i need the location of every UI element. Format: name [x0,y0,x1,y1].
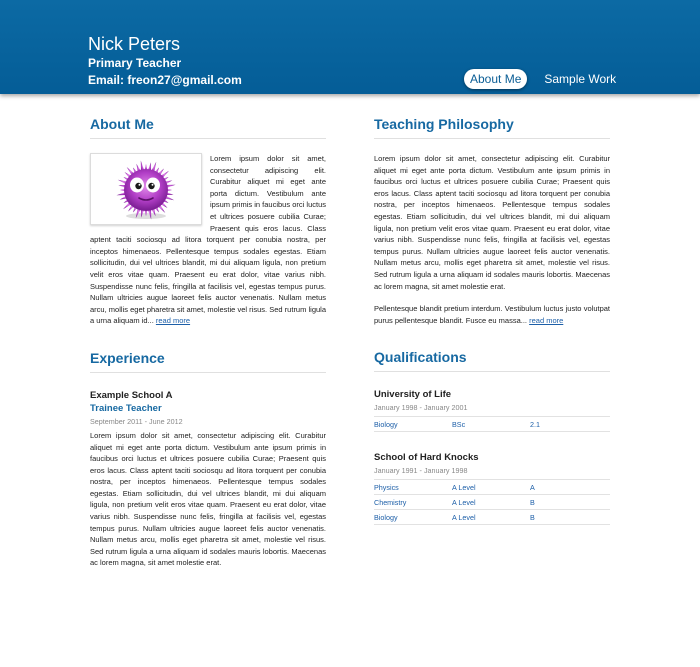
divider [374,138,610,139]
philosophy-paragraph-2: Pellentesque blandit pretium interdum. V… [374,303,610,326]
subject-cell[interactable]: Biology [374,416,452,433]
right-column: Teaching Philosophy Lorem ipsum dolor si… [374,116,610,526]
divider [90,371,326,373]
grade-cell[interactable]: A [530,479,610,495]
profile-role: Primary Teacher [88,56,182,70]
about-read-more-link[interactable]: read more [156,316,190,325]
profile-email[interactable]: Email: freon27@gmail.com [88,73,242,87]
subject-cell[interactable]: Chemistry [374,494,452,510]
philosophy-section: Teaching Philosophy Lorem ipsum dolor si… [374,116,610,326]
qualification-dates: January 1998 - January 2001 [374,403,468,413]
experience-role: Trainee Teacher [90,402,162,414]
qualification-school: School of Hard Knocks [374,452,479,464]
purple-fuzzy-monster-icon [90,153,202,225]
table-row: Biology A Level B [374,509,610,526]
table-row: Biology BSc 2.1 [374,416,610,433]
table-row: Chemistry A Level B [374,494,610,510]
philosophy-paragraph-2-text: Pellentesque blandit pretium interdum. V… [374,304,610,325]
experience-title: Experience [90,349,165,366]
profile-name: Nick Peters [88,34,181,54]
grade-cell[interactable]: B [530,509,610,526]
divider [90,138,326,139]
grade-cell[interactable]: 2.1 [530,416,610,433]
left-column: About Me Lorem ipsum dolor sit amet, con… [90,116,326,569]
experience-dates: September 2011 - June 2012 [90,416,183,426]
experience-text: Lorem ipsum dolor sit amet, consectetur … [90,430,326,568]
qualification-table: Biology BSc 2.1 [374,416,610,433]
experience-item: Example School A Trainee Teacher Septemb… [90,390,326,569]
qualification-block: University of Life January 1998 - Januar… [374,389,610,433]
subject-cell[interactable]: Biology [374,509,452,526]
grade-cell[interactable]: B [530,494,610,510]
divider [374,371,610,373]
level-cell[interactable]: BSc [452,416,530,433]
experience-school: Example School A [90,389,173,401]
about-title: About Me [90,116,154,132]
header: Nick Peters Primary Teacher Email: freon… [0,0,700,94]
qualifications-title: Qualifications [374,349,467,366]
nav-tab-about-me[interactable]: About Me [464,69,528,89]
experience-section: Experience Example School A Trainee Teac… [90,350,326,569]
philosophy-read-more-link[interactable]: read more [529,316,563,325]
table-row: Physics A Level A [374,479,610,495]
philosophy-title: Teaching Philosophy [374,116,514,132]
level-cell[interactable]: A Level [452,479,530,495]
subject-cell[interactable]: Physics [374,479,452,495]
about-section: About Me Lorem ipsum dolor sit amet, con… [90,116,326,327]
qualification-school: University of Life [374,389,452,401]
main-nav: About Me Sample Work [464,69,622,89]
level-cell[interactable]: A Level [452,509,530,526]
nav-tab-sample-work[interactable]: Sample Work [538,69,622,89]
level-cell[interactable]: A Level [452,494,530,510]
qualification-table: Physics A Level A Chemistry A Level B Bi… [374,479,610,526]
about-body: Lorem ipsum dolor sit amet, consectetur … [90,153,326,327]
qualification-block: School of Hard Knocks January 1991 - Jan… [374,452,610,526]
philosophy-paragraph-1: Lorem ipsum dolor sit amet, consectetur … [374,154,610,291]
qualifications-section: Qualifications University of Life Januar… [374,349,610,526]
qualification-dates: January 1991 - January 1998 [374,466,468,476]
